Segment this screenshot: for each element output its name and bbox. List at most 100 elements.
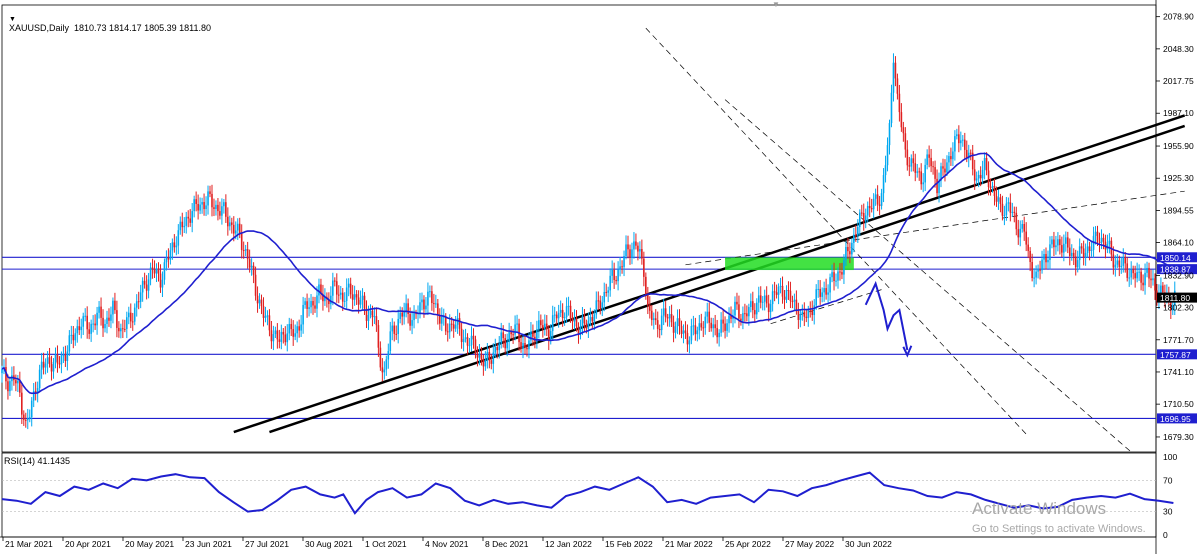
candle-body	[690, 326, 693, 341]
time-tick-label: 23 Jun 2021	[185, 539, 232, 549]
candle-body	[944, 168, 946, 173]
candle-body	[597, 300, 600, 302]
candle-body	[528, 340, 530, 350]
candle-body	[934, 167, 936, 179]
candle-body	[137, 301, 140, 303]
candle-body	[516, 323, 518, 325]
candle-body	[377, 325, 380, 348]
candle-body	[96, 312, 98, 326]
candle-body	[106, 317, 108, 324]
candle-body	[139, 292, 142, 302]
candle-body	[262, 306, 265, 318]
candle-body	[62, 355, 65, 357]
candle-body	[876, 194, 879, 205]
candle-body	[72, 334, 75, 341]
candle-body	[363, 295, 366, 309]
candle-body	[508, 332, 510, 343]
candle-body	[623, 255, 625, 267]
candle-body	[419, 302, 421, 314]
candle-body	[171, 242, 174, 251]
candle-body	[641, 249, 643, 259]
candle-body	[930, 157, 932, 167]
candle-body	[349, 283, 352, 295]
price-tick-label: 1741.10	[1163, 367, 1194, 377]
candle-body	[466, 337, 469, 346]
candle-body	[219, 211, 221, 216]
candle-body	[1003, 215, 1006, 217]
time-tick-label: 30 Aug 2021	[305, 539, 353, 549]
time-axis: 21 Mar 2021 20 Apr 2021 20 May 2021 23 Jun …	[2, 537, 892, 549]
candle-body	[652, 318, 655, 321]
candle-body	[950, 156, 952, 160]
candle-body	[1096, 231, 1099, 242]
candle-body	[1102, 237, 1105, 242]
candle-body	[801, 311, 804, 315]
candle-body	[561, 309, 564, 319]
candle-body	[476, 354, 479, 358]
candle-body	[17, 380, 19, 384]
candle-body	[488, 351, 491, 361]
candle-body	[676, 318, 679, 327]
candle-body	[480, 353, 483, 360]
price-tick-label: 1710.50	[1163, 399, 1194, 409]
candle-body	[70, 334, 73, 336]
candle-body	[56, 354, 59, 364]
candle-body	[670, 314, 673, 323]
candle-body	[248, 259, 251, 268]
candle-body	[242, 250, 245, 252]
candle-body	[177, 230, 180, 246]
candle-body	[605, 291, 608, 293]
candle-body	[991, 185, 994, 188]
candle-body	[1112, 254, 1115, 268]
candle-body	[387, 351, 390, 360]
candle-body	[660, 315, 663, 331]
candle-body	[969, 152, 972, 154]
candle-body	[1025, 231, 1027, 245]
candle-body	[849, 251, 851, 255]
candle-body	[409, 314, 411, 326]
candle-body	[906, 149, 909, 166]
candle-body	[843, 260, 845, 275]
candle-body	[708, 311, 711, 323]
time-tick-label: 30 Jun 2022	[845, 539, 892, 549]
candle-body	[298, 326, 300, 331]
candle-body	[1100, 237, 1103, 243]
price-tick-label: 2078.90	[1163, 12, 1194, 22]
candle-body	[88, 329, 90, 334]
candle-body	[960, 140, 962, 144]
candle-body	[1162, 285, 1164, 293]
candle-body	[567, 305, 570, 307]
candle-body	[1065, 237, 1067, 244]
collapse-arrow-icon[interactable]: ▼	[9, 16, 16, 23]
candle-body	[268, 315, 271, 331]
candle-body	[599, 300, 602, 309]
rsi-tick-label: 0	[1163, 530, 1168, 540]
candle-body	[700, 323, 703, 328]
candle-body	[1047, 259, 1049, 263]
candle-body	[666, 317, 669, 319]
candle-body	[744, 313, 746, 315]
candle-body	[332, 280, 334, 296]
candle-body	[397, 318, 400, 334]
candle-body	[1007, 202, 1010, 204]
candle-body	[742, 313, 744, 321]
scroll-marker-icon[interactable]: ▼	[772, 0, 780, 9]
candle-body	[1118, 260, 1121, 267]
candle-body	[789, 290, 792, 302]
candle-body	[375, 316, 378, 326]
time-tick-label: 1 Oct 2021	[365, 539, 407, 549]
candle-body	[884, 165, 887, 176]
candle-body	[240, 233, 243, 251]
dashed-channel-upper	[685, 190, 1185, 266]
candle-body	[159, 273, 162, 288]
candle-body	[765, 295, 768, 304]
candle-body	[648, 305, 651, 311]
candle-body	[423, 299, 425, 310]
candle-body	[1031, 262, 1033, 279]
candle-body	[276, 330, 279, 340]
candle-body	[163, 262, 166, 280]
candle-body	[42, 361, 45, 368]
candle-body	[1055, 245, 1057, 248]
candle-body	[1142, 282, 1144, 286]
candle-body	[827, 292, 829, 295]
